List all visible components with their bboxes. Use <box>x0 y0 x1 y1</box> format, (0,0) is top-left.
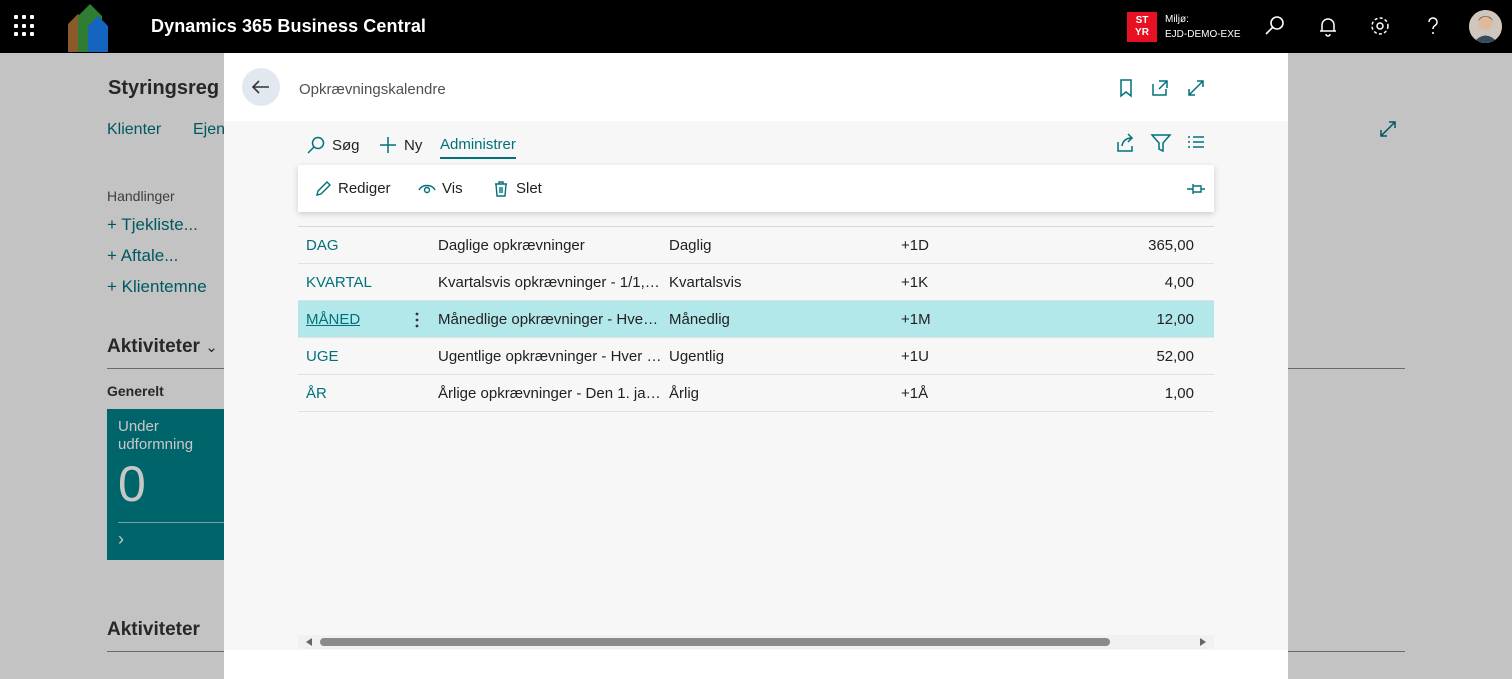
avatar[interactable] <box>1469 10 1502 43</box>
cell-description: Månedlige opkrævninger - Hver den 1. i m… <box>438 311 662 328</box>
cell-code[interactable]: MÅNED <box>306 311 360 328</box>
scroll-right-arrow-icon[interactable] <box>1200 638 1206 646</box>
billing-calendar-table: DAG Daglige opkrævninger Daglig +1D 365,… <box>298 208 1214 412</box>
table-row[interactable]: UGE Ugentlige opkrævninger - Hver mandag… <box>298 338 1214 375</box>
search-button[interactable]: Søg <box>306 131 360 159</box>
edit-button[interactable]: Rediger <box>314 165 391 212</box>
cell-formula: +1M <box>901 311 931 328</box>
cell-per-year: 4,00 <box>1164 274 1194 291</box>
table-row-selected[interactable]: MÅNED Månedlige opkrævninger - Hver den … <box>298 301 1214 338</box>
cell-description: Årlige opkrævninger - Den 1. januar <box>438 385 662 402</box>
cell-name: Årlig <box>669 385 700 402</box>
eye-icon <box>418 184 436 193</box>
new-button[interactable]: Ny <box>378 131 422 159</box>
dialog-footer <box>224 650 1288 679</box>
company-logo <box>68 4 108 52</box>
billing-calendar-dialog: Opkrævningskalendre Søg Ny Administrer R… <box>224 53 1288 679</box>
open-new-window-icon[interactable] <box>1150 78 1170 98</box>
cell-code[interactable]: UGE <box>306 348 339 365</box>
cell-code[interactable]: ÅR <box>306 385 327 402</box>
cell-name: Ugentlig <box>669 348 725 365</box>
back-button[interactable] <box>242 68 280 106</box>
scrollbar-thumb[interactable] <box>320 638 1110 646</box>
search-icon <box>307 136 325 154</box>
table-row[interactable]: KVARTAL Kvartalsvis opkrævninger - 1/1, … <box>298 264 1214 301</box>
expand-icon[interactable] <box>1186 78 1206 98</box>
cell-formula: +1D <box>901 237 929 254</box>
filter-icon[interactable] <box>1150 132 1172 154</box>
environment-badge: ST YR <box>1127 12 1157 42</box>
row-menu-icon[interactable] <box>410 310 424 330</box>
cell-per-year: 12,00 <box>1156 311 1194 328</box>
pin-icon[interactable] <box>1186 181 1206 197</box>
cell-formula: +1K <box>901 274 929 291</box>
cell-per-year: 52,00 <box>1156 348 1194 365</box>
cell-formula: +1U <box>901 348 929 365</box>
bell-icon[interactable] <box>1316 14 1340 38</box>
pencil-icon <box>316 180 331 196</box>
environment-label: Miljø: EJD-DEMO-EXE <box>1165 14 1241 40</box>
search-icon[interactable] <box>1263 14 1287 38</box>
cell-name: Kvartalsvis <box>669 274 742 291</box>
manage-tab[interactable]: Administrer <box>440 131 516 159</box>
cell-formula: +1Å <box>901 385 929 402</box>
gear-icon[interactable] <box>1368 14 1392 38</box>
cell-per-year: 365,00 <box>1148 237 1194 254</box>
app-title[interactable]: Dynamics 365 Business Central <box>151 16 426 37</box>
trash-icon <box>495 180 507 197</box>
cell-per-year: 1,00 <box>1164 385 1194 402</box>
share-icon[interactable] <box>1114 132 1136 154</box>
arrow-left-icon <box>251 80 269 94</box>
cell-code[interactable]: DAG <box>306 237 339 254</box>
scroll-left-arrow-icon[interactable] <box>306 638 312 646</box>
list-view-icon[interactable] <box>1185 132 1207 154</box>
help-icon[interactable] <box>1421 14 1445 38</box>
cell-description: Ugentlige opkrævninger - Hver mandag <box>438 348 662 365</box>
waffle-icon[interactable] <box>14 15 36 37</box>
horizontal-scrollbar[interactable] <box>298 635 1214 649</box>
environment-name: EJD-DEMO-EXE <box>1165 29 1241 40</box>
top-bar: Dynamics 365 Business Central ST YR Milj… <box>0 0 1512 53</box>
cell-name: Daglig <box>669 237 712 254</box>
bookmark-icon[interactable] <box>1116 78 1136 98</box>
dialog-header: Opkrævningskalendre <box>224 53 1288 121</box>
cell-description: Kvartalsvis opkrævninger - 1/1, 1/4, 1/7… <box>438 274 662 291</box>
dialog-title: Opkrævningskalendre <box>299 81 446 98</box>
cell-name: Månedlig <box>669 311 730 328</box>
view-button[interactable]: Vis <box>418 165 463 212</box>
cell-description: Daglige opkrævninger <box>438 237 585 254</box>
manage-actions-dropdown: Rediger Vis Slet <box>298 165 1214 212</box>
delete-button[interactable]: Slet <box>492 165 542 212</box>
table-row[interactable]: ÅR Årlige opkrævninger - Den 1. januar Å… <box>298 375 1214 412</box>
plus-icon <box>380 137 396 153</box>
table-row[interactable]: DAG Daglige opkrævninger Daglig +1D 365,… <box>298 227 1214 264</box>
cell-code[interactable]: KVARTAL <box>306 274 372 291</box>
